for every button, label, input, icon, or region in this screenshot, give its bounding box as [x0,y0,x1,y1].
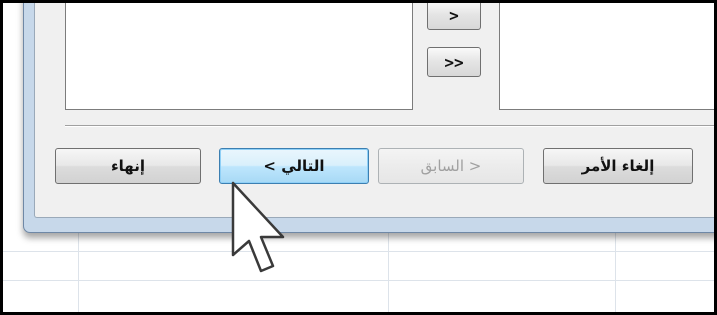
sheet-gridline [388,225,389,312]
back-button: < السابق [378,148,524,184]
available-items-list[interactable] [65,3,413,110]
spreadsheet-background [3,225,714,312]
move-one-button[interactable]: > [427,3,481,30]
sheet-gridline [615,225,616,312]
dialog-separator [65,125,714,127]
sheet-gridline [78,225,79,312]
next-button[interactable]: التالي > [219,148,369,184]
mouse-pointer-icon [231,181,285,273]
screenshot-frame: > >> إنهاء التالي > < السابق إلغاء الأمر [0,0,717,315]
finish-button[interactable]: إنهاء [55,148,201,184]
wizard-dialog: > >> إنهاء التالي > < السابق إلغاء الأمر [23,3,714,233]
dialog-client-area: > >> إنهاء التالي > < السابق إلغاء الأمر [34,3,714,218]
move-all-button[interactable]: >> [427,47,481,77]
selected-items-list[interactable] [499,3,714,110]
cancel-button[interactable]: إلغاء الأمر [543,148,693,184]
sheet-gridline [3,280,714,281]
sheet-gridline [3,251,714,252]
